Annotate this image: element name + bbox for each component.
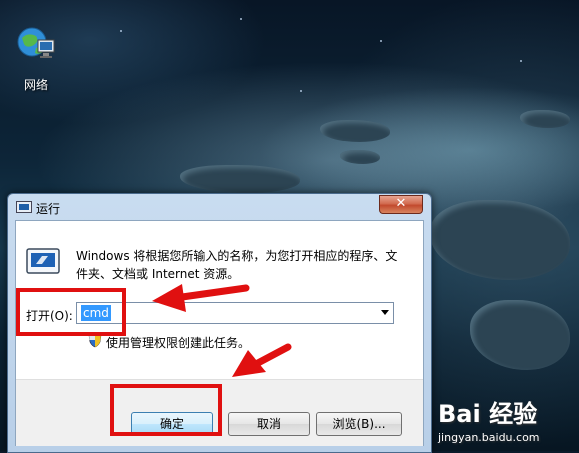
admin-notice: 使用管理权限创建此任务。 <box>106 336 251 350</box>
highlight-ok-button <box>110 384 222 436</box>
dialog-title: 运行 <box>36 202 61 216</box>
run-program-icon <box>26 248 60 276</box>
baidu-jingyan-watermark: Bai 经验 jingyan.baidu.com <box>438 394 540 444</box>
watermark-logo: Bai 经验 <box>438 400 538 428</box>
network-globe-icon <box>16 24 56 66</box>
dialog-titlebar[interactable]: 运行 ✕ <box>8 194 431 220</box>
close-icon: ✕ <box>395 196 407 211</box>
desktop-icon-label: 网络 <box>23 78 48 92</box>
cancel-button[interactable]: 取消 <box>228 412 310 436</box>
watermark-url: jingyan.baidu.com <box>438 431 540 444</box>
highlight-open-field <box>16 288 126 336</box>
browse-button[interactable]: 浏览(B)... <box>316 412 402 436</box>
desktop-icon-network[interactable]: 网络 <box>8 24 64 93</box>
chevron-down-icon[interactable] <box>381 310 389 315</box>
close-button[interactable]: ✕ <box>379 195 423 214</box>
run-title-icon <box>16 201 32 213</box>
dialog-description: Windows 将根据您所输入的名称，为您打开相应的程序、文件夹、文档或 Int… <box>76 249 398 281</box>
